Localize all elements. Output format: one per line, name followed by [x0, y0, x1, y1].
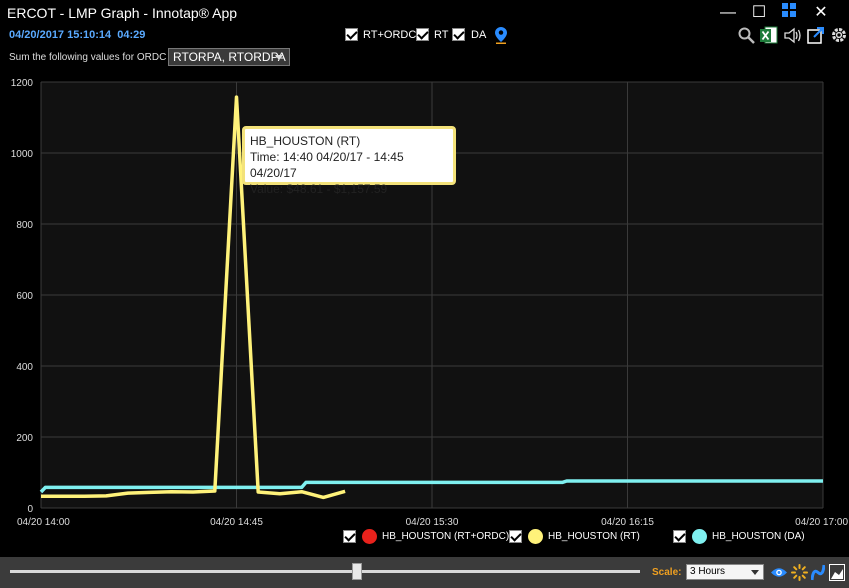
- ordc-selected-value: RTORPA, RTORDPA: [173, 50, 286, 64]
- x-tick-label: 04/20 15:30: [406, 517, 459, 528]
- area-chart-icon[interactable]: [829, 564, 845, 581]
- rt-checkbox[interactable]: [416, 28, 429, 41]
- window-title: ERCOT - LMP Graph - Innotap® App: [7, 5, 238, 21]
- chevron-down-icon: [751, 570, 759, 575]
- scale-selected-value: 3 Hours: [690, 566, 726, 577]
- legend-rt-ordc-swatch: [362, 529, 377, 544]
- x-tick-label: 04/20 14:45: [210, 517, 263, 528]
- tile-grid-icon: [782, 3, 796, 17]
- da-checkbox[interactable]: [452, 28, 465, 41]
- y-tick-label: 400: [16, 362, 33, 373]
- legend-da-checkbox[interactable]: [673, 530, 686, 543]
- tooltip-value: Value: $48.61 - $1,157.59: [250, 182, 388, 196]
- time-slider-thumb[interactable]: [352, 563, 362, 580]
- eye-icon[interactable]: [770, 566, 788, 579]
- loading-spinner-icon[interactable]: [791, 564, 808, 581]
- x-tick-label: 04/20 16:15: [601, 517, 654, 528]
- search-icon[interactable]: [738, 27, 755, 44]
- current-datetime: 04/20/2017 15:10:14 04:29: [9, 29, 145, 41]
- bottom-bar: Scale: 3 Hours: [0, 557, 849, 588]
- y-tick-label: 1000: [11, 149, 34, 160]
- legend-rt-label: HB_HOUSTON (RT): [548, 531, 640, 542]
- rt-ordc-label: RT+ORDC: [363, 29, 417, 41]
- scale-dropdown[interactable]: 3 Hours: [686, 564, 764, 580]
- chart-tooltip: HB_HOUSTON (RT) Time: 14:40 04/20/17 - 1…: [242, 126, 456, 196]
- settings-gear-icon[interactable]: [830, 26, 848, 44]
- ordc-dropdown[interactable]: RTORPA, RTORDPA: [168, 48, 290, 66]
- ordc-label: Sum the following values for ORDC: [9, 52, 167, 63]
- time-slider-track[interactable]: [10, 570, 640, 573]
- y-tick-label: 600: [16, 291, 33, 302]
- speaker-icon[interactable]: [784, 27, 802, 44]
- legend-rt-checkbox[interactable]: [509, 530, 522, 543]
- tooltip-title: HB_HOUSTON (RT): [250, 134, 361, 148]
- y-tick-label: 1200: [11, 78, 34, 89]
- legend-da-label: HB_HOUSTON (DA): [712, 531, 805, 542]
- close-button[interactable]: ✕: [810, 3, 832, 23]
- x-tick-label: 04/20 17:00: [795, 517, 848, 528]
- rt-ordc-checkbox[interactable]: [345, 28, 358, 41]
- x-tick-label: 04/20 14:00: [17, 517, 70, 528]
- minimize-button[interactable]: —: [717, 3, 739, 23]
- ordc-row: Sum the following values for ORDC RTORPA…: [0, 47, 849, 69]
- legend-da-swatch: [692, 529, 707, 544]
- legend-rt-ordc-checkbox[interactable]: [343, 530, 356, 543]
- y-tick-label: 200: [16, 433, 33, 444]
- location-pin-icon[interactable]: [495, 27, 507, 44]
- maximize-button[interactable]: ☐: [748, 3, 770, 23]
- y-tick-label: 800: [16, 220, 33, 231]
- chevron-down-icon: [275, 55, 283, 60]
- smooth-line-icon[interactable]: [811, 564, 825, 581]
- toolbar: 04/20/2017 15:10:14 04:29 RT+ORDC RT DA: [0, 26, 849, 46]
- datetime-value: 04/20/2017 15:10:14: [9, 29, 112, 41]
- legend-rt-swatch: [528, 529, 543, 544]
- tile-windows-button[interactable]: [778, 3, 800, 23]
- share-icon[interactable]: [807, 26, 825, 44]
- excel-export-icon[interactable]: [760, 26, 778, 45]
- legend-rt-ordc-label: HB_HOUSTON (RT+ORDC): [382, 531, 510, 542]
- scale-label: Scale:: [652, 567, 682, 578]
- y-tick-label: 0: [27, 504, 33, 515]
- tooltip-time: Time: 14:40 04/20/17 - 14:45 04/20/17: [250, 150, 404, 180]
- rt-label: RT: [434, 29, 449, 41]
- title-bar: ERCOT - LMP Graph - Innotap® App — ☐ ✕: [0, 0, 849, 26]
- da-label: DA: [471, 29, 487, 41]
- interval-value: 04:29: [117, 29, 146, 41]
